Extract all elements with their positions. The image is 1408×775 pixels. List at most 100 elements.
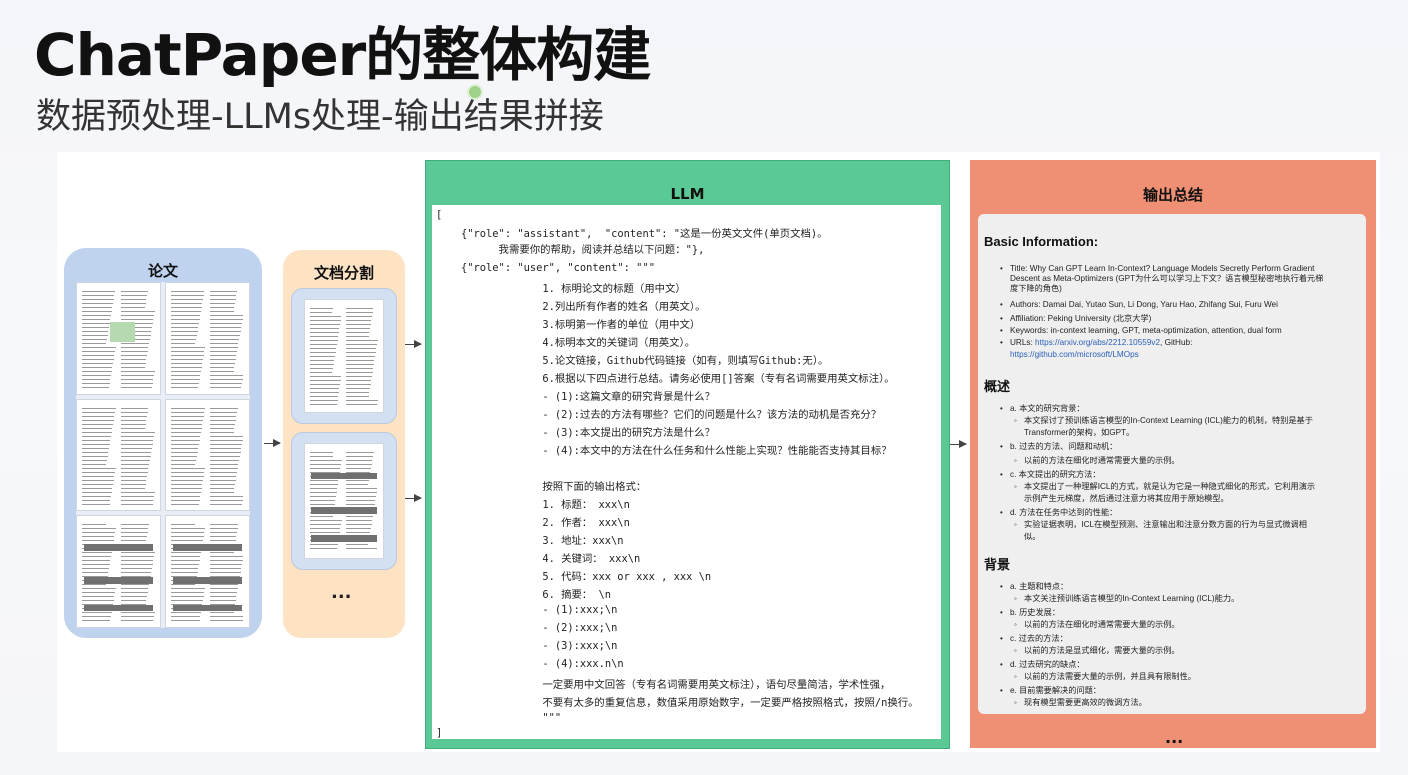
text-line-decor bbox=[209, 536, 237, 538]
text-line-decor bbox=[209, 467, 238, 469]
llm-prompt-line: {"role": "assistant", "content": "这是一份英文… bbox=[436, 228, 828, 240]
text-line-decor bbox=[171, 431, 201, 433]
bullet-icon: ◦ bbox=[1014, 698, 1017, 707]
background-heading: 背景 bbox=[984, 557, 1011, 572]
arxiv-link[interactable]: https://arxiv.org/abs/2212.10559v2 bbox=[1035, 338, 1160, 347]
text-line-decor bbox=[209, 423, 236, 425]
text-line-decor bbox=[310, 364, 334, 365]
text-line-decor bbox=[209, 568, 242, 570]
background-line: 现有模型需要更高效的微调方法。 bbox=[1024, 698, 1147, 707]
text-line-decor bbox=[171, 455, 197, 457]
text-line-decor bbox=[310, 460, 342, 461]
text-line-decor bbox=[120, 295, 148, 296]
text-line-decor bbox=[171, 291, 205, 292]
text-line-decor bbox=[82, 592, 116, 594]
text-line-decor bbox=[310, 380, 341, 381]
text-line-decor bbox=[82, 475, 115, 477]
text-line-decor bbox=[120, 447, 152, 449]
text-line-decor bbox=[209, 596, 237, 598]
text-line-decor bbox=[82, 423, 114, 425]
text-line-decor bbox=[171, 495, 201, 497]
text-line-decor bbox=[171, 315, 201, 316]
text-line-decor bbox=[310, 544, 338, 545]
text-line-decor bbox=[346, 368, 374, 369]
overview-line: 实验证据表明，ICL在模型预测、注意输出和注意分数方面的行为与显式微调相 bbox=[1024, 520, 1307, 529]
text-line-decor bbox=[209, 299, 236, 300]
text-line-decor bbox=[209, 431, 234, 433]
basic-info-line[interactable]: https://github.com/microsoft/LMOps bbox=[1010, 350, 1139, 360]
output-panel-label: 输出总结 bbox=[1142, 186, 1203, 204]
basic-info-line: Affiliation: Peking University (北京大学) bbox=[1010, 314, 1152, 323]
table-decor bbox=[83, 604, 154, 612]
text-line-decor bbox=[171, 335, 197, 336]
table-decor bbox=[83, 543, 154, 551]
text-line-decor bbox=[209, 323, 242, 324]
slide-subtitle: 数据预处理-LLMs处理-输出结果拼接 bbox=[36, 97, 604, 137]
text-line-decor bbox=[209, 532, 238, 534]
overview-line: 本文提出了一种理解ICL的方式，就是认为它是一种隐式细化的形式，它利用演示 bbox=[1024, 482, 1316, 491]
text-line-decor bbox=[171, 323, 199, 324]
bullet-icon: ◦ bbox=[1014, 646, 1017, 655]
text-line-decor bbox=[171, 383, 199, 384]
text-line-decor bbox=[310, 328, 340, 329]
text-line-decor bbox=[310, 488, 338, 489]
text-line-decor bbox=[310, 336, 339, 337]
bullet-icon: • bbox=[1000, 404, 1003, 413]
text-line-decor bbox=[310, 504, 335, 505]
text-line-decor bbox=[171, 407, 206, 409]
text-line-decor bbox=[171, 528, 206, 530]
text-line-decor bbox=[171, 483, 203, 485]
text-line-decor bbox=[209, 495, 244, 497]
bullet-icon: ◦ bbox=[1014, 594, 1017, 603]
text-line-decor bbox=[209, 475, 237, 477]
text-line-decor bbox=[171, 487, 202, 489]
text-line-decor bbox=[310, 340, 338, 341]
text-line-decor bbox=[209, 291, 238, 292]
text-line-decor bbox=[209, 451, 241, 453]
llm-prompt-line: 1. 标题： xxx\n bbox=[436, 499, 630, 511]
text-line-decor bbox=[346, 496, 377, 497]
text-line-decor bbox=[209, 540, 236, 542]
text-line-decor bbox=[120, 319, 154, 320]
text-line-decor bbox=[310, 500, 336, 501]
text-line-decor bbox=[310, 388, 340, 389]
text-line-decor bbox=[209, 371, 234, 372]
text-line-decor bbox=[82, 307, 113, 308]
text-line-decor bbox=[310, 524, 342, 525]
text-line-decor bbox=[209, 479, 236, 481]
text-line-decor bbox=[310, 520, 342, 521]
text-line-decor bbox=[82, 620, 111, 622]
text-line-decor bbox=[82, 443, 110, 445]
text-line-decor bbox=[82, 323, 110, 324]
text-line-decor bbox=[171, 351, 205, 352]
slide-title: ChatPaper的整体构建 bbox=[34, 21, 651, 89]
text-line-decor bbox=[346, 520, 373, 521]
llm-prompt-line: - (3):xxx;\n bbox=[436, 640, 618, 652]
arrow-split-to-llm-2 bbox=[405, 494, 422, 502]
text-line-decor bbox=[171, 319, 200, 320]
text-line-decor bbox=[120, 419, 147, 421]
text-line-decor bbox=[120, 475, 148, 477]
text-line-decor bbox=[346, 404, 378, 405]
llm-prompt-line: 3. 地址：xxx\n bbox=[436, 535, 624, 547]
text-line-decor bbox=[171, 592, 205, 594]
text-line-decor bbox=[82, 495, 111, 497]
text-line-decor bbox=[120, 351, 148, 352]
arrow-split-to-llm-1 bbox=[405, 340, 422, 348]
text-line-decor bbox=[171, 303, 203, 304]
text-line-decor bbox=[346, 376, 372, 377]
text-line-decor bbox=[209, 487, 235, 489]
text-line-decor bbox=[310, 368, 334, 369]
text-line-decor bbox=[82, 295, 115, 296]
text-line-decor bbox=[171, 435, 201, 437]
text-line-decor bbox=[346, 488, 378, 489]
text-line-decor bbox=[346, 364, 374, 365]
text-line-decor bbox=[82, 335, 108, 336]
text-line-decor bbox=[82, 552, 112, 554]
llm-prompt-line: - (4):xxx.n\n bbox=[436, 658, 624, 670]
bullet-icon: ◦ bbox=[1014, 456, 1017, 465]
text-line-decor bbox=[346, 452, 374, 453]
text-line-decor bbox=[310, 464, 342, 465]
text-line-decor bbox=[310, 400, 338, 401]
text-line-decor bbox=[120, 572, 152, 574]
